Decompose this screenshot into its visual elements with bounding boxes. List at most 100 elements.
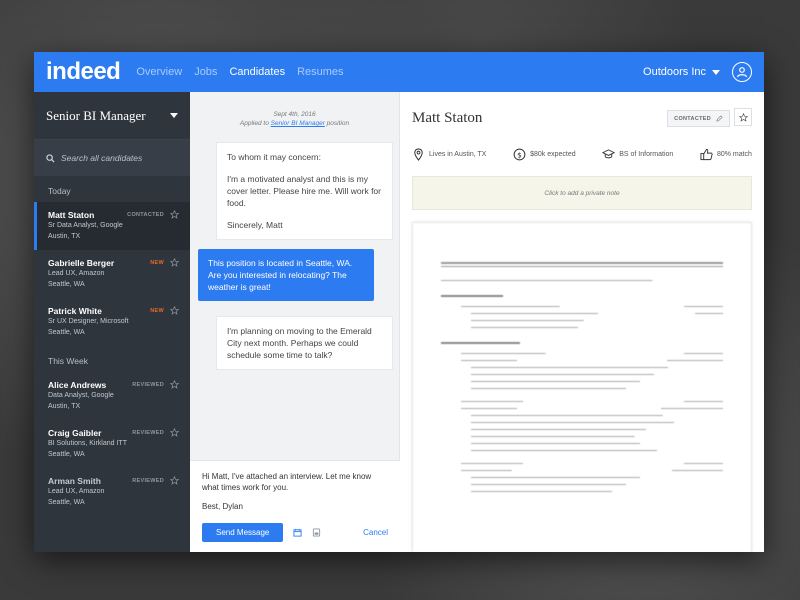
status-label: CONTACTED [674, 115, 711, 122]
resume-line [441, 474, 723, 481]
resume-line [441, 317, 723, 324]
resume-line [441, 364, 723, 371]
location-pin-icon [414, 148, 423, 161]
chevron-down-icon [170, 113, 178, 118]
candidate-item[interactable]: Arman Smith Lead UX, Amazon Seattle, WA … [34, 468, 190, 516]
resume-line [441, 426, 723, 433]
star-icon[interactable] [170, 428, 179, 437]
status-badge: CONTACTED [127, 212, 164, 218]
composer-line: Best, Dylan [202, 502, 243, 511]
fact-text: BS of Information [619, 151, 674, 158]
top-bar: indeed Overview Jobs Candidates Resumes … [34, 52, 764, 92]
resume-line [441, 467, 723, 474]
resume-line [441, 488, 723, 495]
cancel-button[interactable]: Cancel [363, 528, 388, 537]
indeed-logo[interactable]: indeed [46, 58, 121, 86]
resume-line [441, 303, 723, 310]
conversation-panel: Sept 4th, 2016 Applied to Senior BI Mana… [190, 92, 400, 552]
resume-line [441, 371, 723, 378]
candidate-detail-name: Matt Staton [412, 110, 483, 126]
candidate-item[interactable]: Alice Andrews Data Analyst, Google Austi… [34, 372, 190, 420]
candidate-location: Austin, TX [48, 403, 81, 410]
candidate-title: BI Solutions, Kirkland ITT [48, 440, 127, 447]
main-nav: Overview Jobs Candidates Resumes [136, 66, 343, 78]
favorite-button[interactable] [734, 108, 752, 126]
message-composer[interactable]: Hi Matt, I've attached an interview. Let… [190, 460, 400, 552]
candidate-detail: Matt Staton CONTACTED Lives in Austin, T… [400, 92, 764, 552]
star-icon[interactable] [170, 258, 179, 267]
resume-rule [441, 266, 723, 267]
resume-heading [441, 292, 723, 299]
message-date: Sept 4th, 2016 [273, 111, 316, 118]
resume-line [441, 310, 723, 317]
candidate-item[interactable]: Craig Gaibler BI Solutions, Kirkland ITT… [34, 420, 190, 468]
applied-job-link[interactable]: Senior BI Manager [271, 120, 325, 127]
star-icon [738, 112, 748, 122]
fact-text: $80k expected [530, 151, 576, 158]
private-note-field[interactable]: Click to add a private note [412, 176, 752, 210]
resume-line [441, 460, 723, 467]
candidate-location: Seattle, WA [48, 329, 85, 336]
candidate-item[interactable]: Gabrielle Berger Lead UX, Amazon Seattle… [34, 250, 190, 298]
applied-prefix: Applied to [239, 120, 269, 127]
resume-line [441, 324, 723, 331]
fact-education: BS of Information [602, 148, 673, 161]
resume-line [441, 378, 723, 385]
applied-line: Applied to Senior BI Manager position [190, 119, 399, 128]
chevron-down-icon [712, 69, 720, 75]
star-icon[interactable] [170, 380, 179, 389]
candidate-sidebar: Senior BI Manager Search all candidates … [34, 92, 190, 552]
send-message-button[interactable]: Send Message [202, 523, 284, 542]
status-badge: REVIEWED [132, 430, 164, 436]
company-switcher[interactable]: Outdoors Inc [643, 66, 720, 78]
resume-rule [441, 262, 723, 264]
fact-salary: $ $80k expected [513, 148, 576, 161]
candidate-location: Austin, TX [48, 233, 81, 240]
nav-resumes[interactable]: Resumes [297, 66, 343, 78]
fact-text: 80% match [716, 151, 752, 158]
resume-line [441, 481, 723, 488]
candidate-location: Seattle, WA [48, 451, 85, 458]
search-input[interactable]: Search all candidates [61, 153, 142, 163]
candidate-item[interactable]: Patrick White Sr UX Designer, Microsoft … [34, 298, 190, 346]
candidate-title: Lead UX, Amazon [48, 488, 105, 495]
candidate-title: Lead UX, Amazon [48, 270, 105, 277]
message-input[interactable]: Hi Matt, I've attached an interview. Let… [202, 471, 388, 512]
job-selector[interactable]: Senior BI Manager [34, 92, 190, 140]
phone-icon[interactable] [312, 528, 321, 537]
applied-suffix: position [326, 120, 350, 127]
status-dropdown[interactable]: CONTACTED [667, 110, 730, 127]
candidate-item[interactable]: Matt Staton Sr Data Analyst, Google Aust… [34, 202, 190, 250]
message-text: I'm planning on moving to the Emerald Ci… [227, 326, 372, 360]
message-bubble-incoming: I'm planning on moving to the Emerald Ci… [216, 316, 393, 370]
star-icon[interactable] [170, 210, 179, 219]
resume-line [441, 405, 723, 412]
user-avatar[interactable] [732, 62, 752, 82]
nav-jobs[interactable]: Jobs [194, 66, 217, 78]
fact-text: Lives in Austin, TX [429, 151, 487, 158]
resume-preview[interactable] [412, 222, 752, 552]
resume-line [441, 412, 723, 419]
svg-text:$: $ [517, 150, 522, 159]
pencil-icon [716, 115, 723, 122]
candidate-title: Data Analyst, Google [48, 392, 114, 399]
message-text: I'm a motivated analyst and this is my c… [227, 174, 381, 208]
calendar-icon[interactable] [293, 528, 302, 537]
job-title: Senior BI Manager [46, 107, 146, 123]
status-badge: REVIEWED [132, 478, 164, 484]
nav-candidates[interactable]: Candidates [229, 66, 285, 78]
resume-contact-line [441, 253, 723, 258]
resume-line [441, 447, 723, 454]
status-badge: NEW [150, 308, 164, 314]
search-icon [46, 153, 55, 163]
status-badge: REVIEWED [132, 382, 164, 388]
nav-overview[interactable]: Overview [136, 66, 182, 78]
message-text: Sincerely, Matt [227, 220, 283, 230]
status-badge: NEW [150, 260, 164, 266]
candidate-search[interactable]: Search all candidates [34, 140, 190, 176]
star-icon[interactable] [170, 306, 179, 315]
resume-line [441, 419, 723, 426]
star-icon[interactable] [170, 476, 179, 485]
composer-actions: Send Message Cancel [202, 523, 388, 542]
dollar-icon: $ [513, 148, 526, 161]
